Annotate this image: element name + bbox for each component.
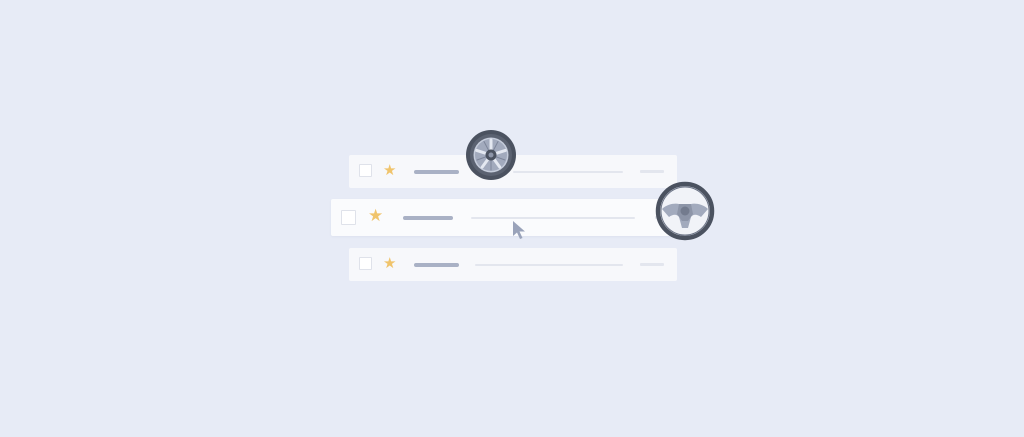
subject-placeholder bbox=[513, 171, 623, 173]
mouse-pointer-icon bbox=[513, 221, 525, 239]
illustration-stage: ★ ★ ★ bbox=[0, 0, 1024, 437]
list-item[interactable]: ★ bbox=[349, 248, 677, 281]
car-wheel-icon bbox=[466, 130, 516, 180]
date-placeholder bbox=[640, 263, 664, 266]
row-checkbox[interactable] bbox=[359, 164, 372, 177]
steering-wheel-icon bbox=[655, 181, 715, 241]
date-placeholder bbox=[640, 170, 664, 173]
row-checkbox[interactable] bbox=[341, 210, 356, 225]
row-checkbox[interactable] bbox=[359, 257, 372, 270]
subject-placeholder bbox=[475, 264, 623, 266]
sender-placeholder bbox=[414, 263, 459, 267]
sender-placeholder bbox=[403, 216, 453, 220]
list-item-hovered[interactable]: ★ bbox=[331, 199, 677, 236]
star-icon[interactable]: ★ bbox=[383, 163, 396, 178]
star-icon[interactable]: ★ bbox=[368, 208, 383, 225]
subject-placeholder bbox=[471, 217, 635, 219]
star-icon[interactable]: ★ bbox=[383, 256, 396, 271]
sender-placeholder bbox=[414, 170, 459, 174]
